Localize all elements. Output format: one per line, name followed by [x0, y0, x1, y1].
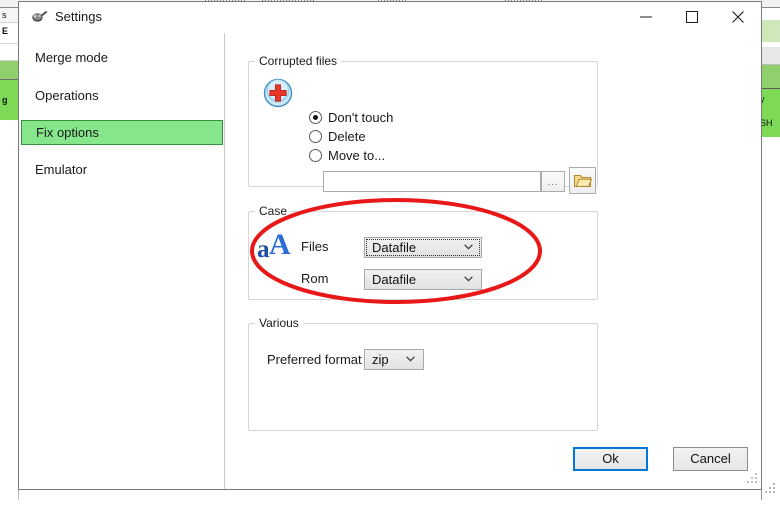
files-case-label: Files	[301, 239, 329, 254]
background-row	[760, 47, 780, 65]
background-row-highlighted	[760, 65, 780, 89]
red-cross-circle-icon	[263, 78, 295, 110]
background-row-text: g	[2, 95, 8, 105]
background-row	[0, 44, 20, 61]
settings-dialog: Settings Merge mode Operations Fix optio…	[18, 1, 762, 490]
background-row: s	[0, 8, 20, 23]
folder-icon	[574, 175, 593, 187]
sidebar-item-label: Merge mode	[35, 50, 108, 65]
radio-move-to[interactable]: Move to...	[309, 148, 385, 163]
case-group: Case a A Files Datafile Rom Datafile	[248, 204, 598, 300]
sidebar-item-label: Emulator	[35, 162, 88, 177]
sidebar-item-label: Fix options	[36, 125, 99, 140]
case-legend: Case	[259, 204, 288, 218]
background-list-right-sliver: y SH	[760, 8, 780, 508]
move-to-path-input[interactable]	[323, 171, 541, 192]
background-row-highlighted: g	[0, 80, 20, 120]
files-case-value: Datafile	[372, 240, 417, 255]
sidebar-item-merge-mode[interactable]: Merge mode	[21, 45, 223, 70]
background-row	[0, 120, 20, 508]
settings-sidebar: Merge mode Operations Fix options Emulat…	[20, 33, 225, 489]
radio-indicator	[309, 111, 322, 124]
chevron-down-icon	[464, 276, 473, 282]
background-row-highlighted	[0, 61, 20, 80]
corrupted-files-group: Corrupted files Don't touch Delete Move …	[248, 54, 598, 194]
settings-content-pane: Corrupted files Don't touch Delete Move …	[225, 33, 762, 489]
rom-case-label: Rom	[301, 271, 329, 286]
corrupted-files-legend: Corrupted files	[259, 54, 338, 68]
radio-label: Move to...	[328, 148, 386, 163]
sidebar-item-fix-options[interactable]: Fix options	[21, 120, 223, 145]
browse-dots-button[interactable]: ...	[541, 171, 565, 192]
sidebar-item-operations[interactable]: Operations	[21, 83, 223, 108]
radio-dont-touch[interactable]: Don't touch	[309, 110, 393, 125]
close-button[interactable]	[715, 2, 761, 32]
chevron-down-icon	[406, 356, 415, 362]
maximize-button[interactable]	[669, 2, 715, 32]
background-resize-grip[interactable]	[763, 483, 777, 497]
radio-indicator	[309, 130, 322, 143]
background-row-highlighted	[760, 20, 780, 42]
background-row-text: s	[2, 10, 7, 20]
gamepad-icon	[31, 9, 49, 25]
sidebar-item-label: Operations	[35, 88, 99, 103]
background-row-highlighted: SH	[760, 113, 780, 137]
preferred-format-value: zip	[372, 352, 389, 367]
rom-case-value: Datafile	[372, 272, 417, 287]
background-list-left-sliver: s E g	[0, 8, 20, 508]
background-row-highlighted: y	[760, 89, 780, 113]
ok-button[interactable]: Ok	[573, 447, 648, 471]
various-legend: Various	[259, 316, 299, 330]
radio-indicator	[309, 149, 322, 162]
radio-label: Don't touch	[328, 110, 394, 125]
radio-delete[interactable]: Delete	[309, 129, 366, 144]
open-folder-button[interactable]	[569, 167, 596, 194]
svg-text:A: A	[269, 230, 291, 261]
background-row	[760, 137, 780, 508]
cancel-button[interactable]: Cancel	[673, 447, 748, 471]
minimize-button[interactable]	[623, 2, 669, 32]
rom-case-dropdown[interactable]: Datafile	[364, 269, 482, 290]
background-row	[760, 8, 780, 20]
dialog-title: Settings	[55, 9, 102, 24]
preferred-format-label: Preferred format	[267, 352, 362, 367]
chevron-down-icon	[464, 244, 473, 250]
dialog-resize-grip[interactable]	[745, 473, 758, 486]
various-group: Various Preferred format zip	[248, 316, 598, 431]
background-row-text: E	[2, 26, 9, 36]
files-case-dropdown[interactable]: Datafile	[364, 237, 482, 258]
sidebar-item-emulator[interactable]: Emulator	[21, 157, 223, 182]
dialog-titlebar[interactable]: Settings	[19, 2, 761, 33]
radio-label: Delete	[328, 129, 366, 144]
aA-letter-case-icon: a A	[257, 228, 299, 266]
background-row: E	[0, 23, 20, 44]
preferred-format-dropdown[interactable]: zip	[364, 349, 424, 370]
